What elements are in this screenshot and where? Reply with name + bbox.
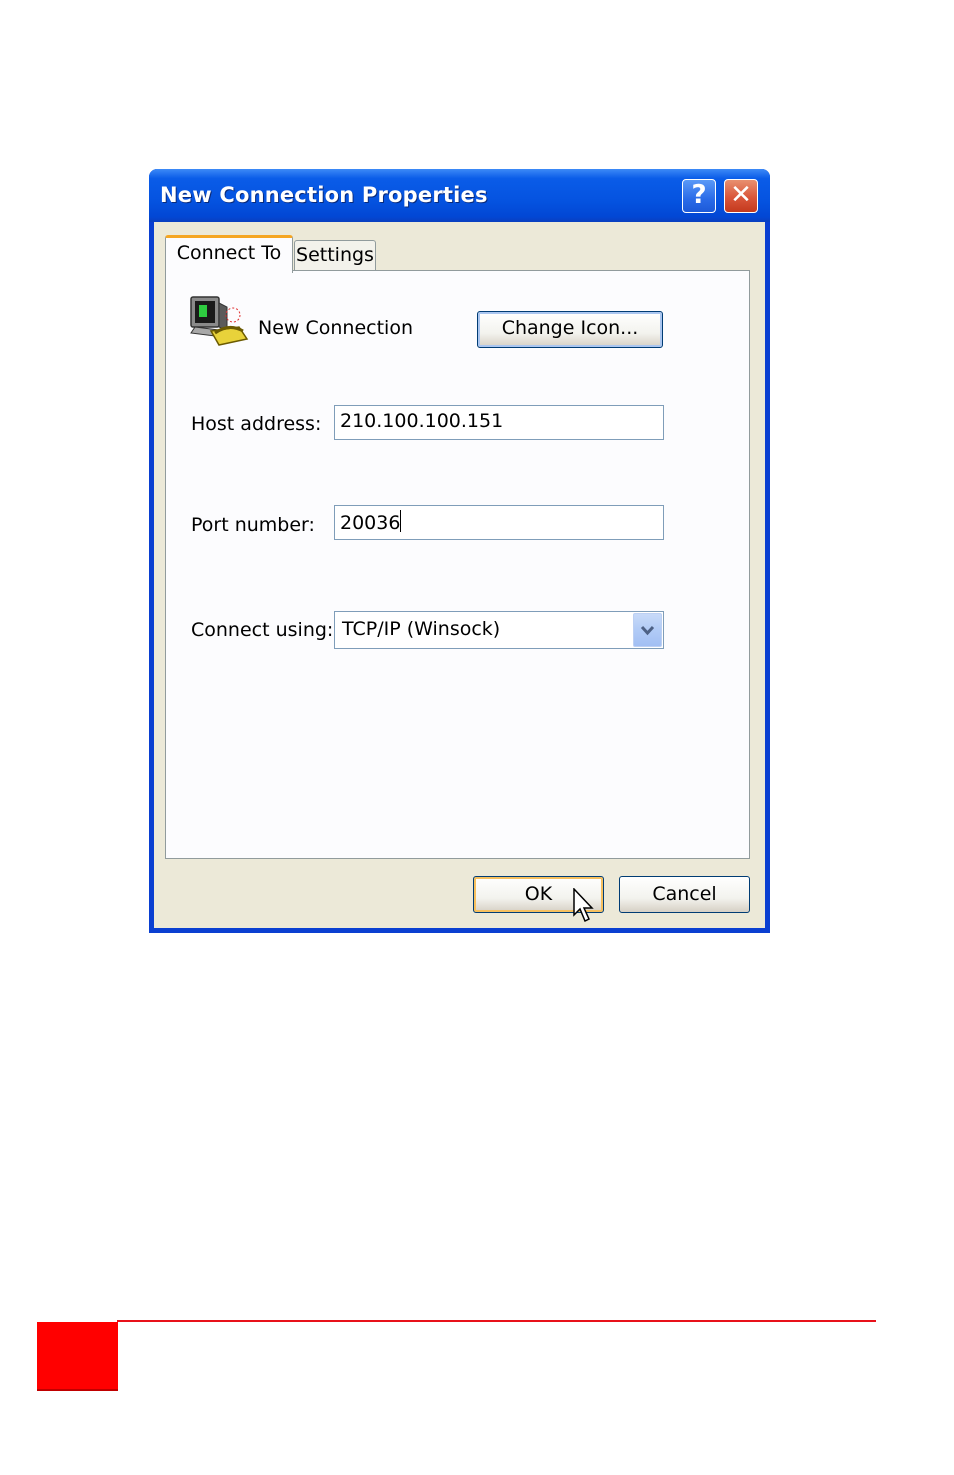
host-address-label: Host address:	[191, 413, 322, 435]
tab-connect-to[interactable]: Connect To	[165, 235, 293, 273]
title-bar[interactable]: New Connection Properties ? ✕	[149, 169, 770, 222]
host-address-value: 210.100.100.151	[340, 410, 504, 432]
chevron-down-icon	[640, 625, 655, 636]
tab-settings[interactable]: Settings	[294, 240, 376, 270]
help-icon: ?	[691, 180, 707, 210]
phone-computer-icon	[190, 296, 249, 346]
host-address-input[interactable]: 210.100.100.151	[334, 405, 664, 440]
dialog-client-area: Connect To Settings New Connection Chang…	[154, 222, 765, 928]
change-icon-button[interactable]: Change Icon...	[477, 311, 663, 348]
connect-using-value: TCP/IP (Winsock)	[342, 618, 501, 640]
port-number-input[interactable]: 20036	[334, 505, 664, 540]
help-button[interactable]: ?	[682, 179, 716, 213]
mouse-cursor-icon	[573, 888, 594, 923]
connect-using-label: Connect using:	[191, 619, 334, 641]
window-title: New Connection Properties	[160, 183, 488, 207]
close-button[interactable]: ✕	[724, 179, 758, 213]
connect-to-panel: New Connection Change Icon... Host addre…	[165, 270, 750, 859]
cancel-button[interactable]: Cancel	[619, 876, 750, 913]
connect-using-select[interactable]: TCP/IP (Winsock)	[334, 611, 664, 649]
port-number-value: 20036	[340, 512, 401, 534]
page-marker-block	[37, 1322, 118, 1391]
page-divider-line	[117, 1320, 876, 1322]
dropdown-button[interactable]	[633, 613, 662, 647]
close-icon: ✕	[730, 180, 752, 210]
connection-name: New Connection	[258, 317, 413, 339]
text-caret	[400, 510, 402, 532]
port-number-label: Port number:	[191, 514, 315, 536]
dialog-window: New Connection Properties ? ✕ Connect To…	[149, 169, 770, 933]
